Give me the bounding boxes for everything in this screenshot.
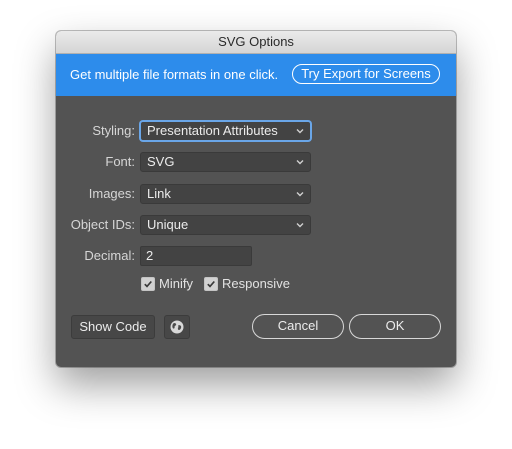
images-label: Images: xyxy=(88,186,135,201)
images-select[interactable]: Link xyxy=(140,184,311,204)
images-select-value: Link xyxy=(147,186,171,201)
banner-text: Get multiple file formats in one click. xyxy=(70,67,279,82)
responsive-checkbox-box[interactable] xyxy=(204,277,218,291)
checkmark-icon xyxy=(144,280,152,288)
styling-select[interactable]: Presentation Attributes xyxy=(140,121,311,141)
object-ids-select-value: Unique xyxy=(147,217,189,232)
object-ids-label: Object IDs: xyxy=(70,217,135,232)
font-select-value: SVG xyxy=(147,154,175,169)
responsive-label: Responsive xyxy=(222,276,290,291)
svg-options-dialog: SVG Options Get multiple file formats in… xyxy=(56,31,456,367)
show-code-button[interactable]: Show Code xyxy=(71,315,155,339)
minify-checkbox-box[interactable] xyxy=(141,277,155,291)
chevron-down-icon xyxy=(296,192,304,197)
window-title: SVG Options xyxy=(56,31,456,54)
try-export-for-screens-button[interactable]: Try Export for Screens xyxy=(292,64,440,84)
font-select[interactable]: SVG xyxy=(140,152,311,172)
export-banner: Get multiple file formats in one click. … xyxy=(56,54,456,96)
decimal-input[interactable]: 2 xyxy=(140,246,252,266)
chevron-down-icon xyxy=(296,223,304,228)
chevron-down-icon xyxy=(296,129,304,134)
styling-label: Styling: xyxy=(92,123,135,138)
cancel-button[interactable]: Cancel xyxy=(252,314,344,339)
chevron-down-icon xyxy=(296,160,304,165)
globe-button[interactable] xyxy=(164,315,190,339)
styling-select-value: Presentation Attributes xyxy=(147,123,278,138)
globe-icon xyxy=(170,320,184,334)
checkmark-icon xyxy=(207,280,215,288)
minify-label: Minify xyxy=(159,276,193,291)
font-label: Font: xyxy=(105,154,135,169)
object-ids-select[interactable]: Unique xyxy=(140,215,311,235)
decimal-label: Decimal: xyxy=(84,248,135,263)
ok-button[interactable]: OK xyxy=(349,314,441,339)
